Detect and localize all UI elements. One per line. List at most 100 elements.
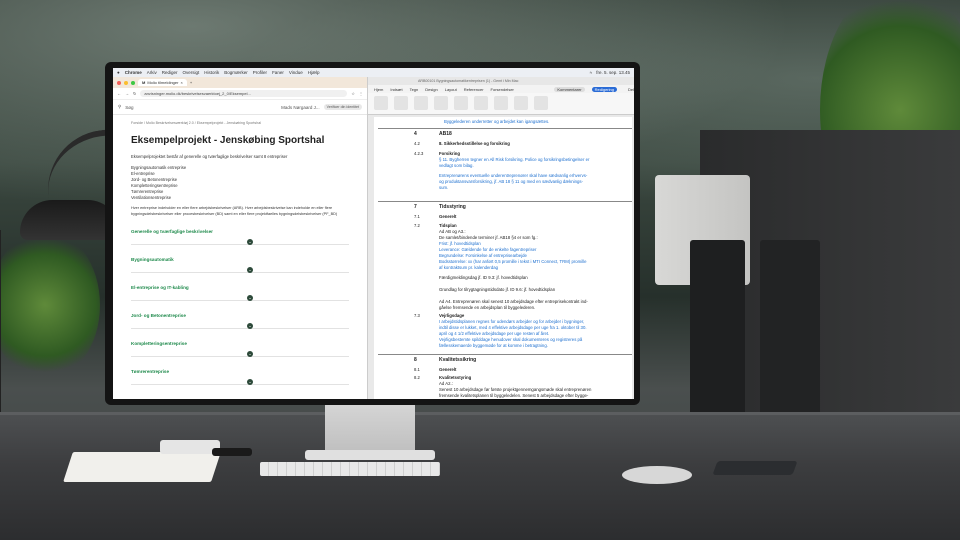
doc-line: Begrundelse: Forsinkelse af entreprisear… — [439, 253, 527, 258]
browser-tab[interactable]: M Molio tilmeldinger × — [138, 79, 187, 86]
find-icon[interactable] — [514, 96, 528, 110]
ribbon-tab[interactable]: Hjem — [374, 87, 383, 92]
accordion-section[interactable]: El-entreprise og IT-kabling ⌄ — [131, 273, 349, 301]
reload-icon[interactable]: ↻ — [133, 91, 136, 96]
font-icon[interactable] — [414, 96, 428, 110]
menu-item[interactable]: Vindue — [289, 70, 303, 75]
menu-item[interactable]: Bogmærker — [224, 70, 248, 75]
ribbon-tab[interactable]: Layout — [445, 87, 457, 92]
binder-clip — [160, 440, 220, 454]
accordion-section[interactable]: Bygningsautomatik ⌄ — [131, 245, 349, 273]
menu-item[interactable]: Rediger — [162, 70, 178, 75]
section-rule — [378, 128, 632, 129]
doc-line: § 11. Bygherren tegner en All Risk forsi… — [439, 157, 590, 162]
close-tab-icon[interactable]: × — [180, 80, 182, 85]
comments-button[interactable]: Kommentarer — [554, 86, 585, 92]
address-bar-row: ← → ↻ anvisninger.molio.dk/beskrivelsesv… — [113, 88, 367, 100]
doc-line: Frist: jf. hovedtidsplan — [439, 241, 481, 246]
ribbon-tab[interactable]: Design — [425, 87, 437, 92]
section-heading: Vejrligsdage — [439, 313, 465, 318]
section-number: 7.3 — [414, 313, 420, 318]
section-rule — [378, 354, 632, 355]
back-icon[interactable]: ← — [117, 91, 121, 96]
monitor-foot — [305, 450, 435, 460]
apple-icon[interactable]: ● — [117, 70, 120, 75]
search-icon[interactable]: ⚲ — [118, 104, 121, 110]
doc-line: af kontraktsum pr. kalenderdag — [439, 265, 498, 270]
page-content: Forside / Molio Beskrivelsesværktøj 2.0 … — [113, 115, 367, 391]
forward-icon[interactable]: → — [125, 91, 129, 96]
menubar-clock[interactable]: fre. 5. sep. 13.45 — [596, 70, 630, 75]
chevron-down-icon[interactable]: ⌄ — [247, 379, 253, 385]
doc-line: april og 4 1/2 effektive arbejdsdage per… — [439, 331, 550, 336]
shape-icon[interactable] — [494, 96, 508, 110]
doc-line: Leverance: Gældende for de enkelte fagen… — [439, 247, 537, 252]
section-title: Generelle og tværfaglige beskrivelser — [131, 229, 213, 234]
molio-logo-icon: M — [142, 80, 146, 85]
binder-box — [760, 240, 820, 440]
accordion-section[interactable]: Generelle og tværfaglige beskrivelser ⌄ — [131, 217, 349, 245]
paste-icon[interactable] — [374, 96, 388, 110]
minimize-window-icon[interactable] — [124, 80, 128, 85]
menu-item[interactable]: Arkiv — [147, 70, 157, 75]
zoom-window-icon[interactable] — [131, 80, 135, 85]
section-number: 4.2 — [414, 141, 420, 146]
ribbon-tab[interactable]: Tegn — [410, 87, 419, 92]
menu-item[interactable]: Oversigt — [183, 70, 200, 75]
notebook — [63, 452, 221, 482]
accordion-section[interactable]: Tømrerentreprise ⌄ — [131, 357, 349, 385]
verify-identity-badge[interactable]: Verificer din identitet — [323, 104, 362, 110]
screen: ● Chrome Arkiv Rediger Oversigt Historik… — [113, 68, 634, 399]
ribbon-tab[interactable]: Referencer — [464, 87, 484, 92]
tab-bar: M Molio tilmeldinger × + — [113, 77, 367, 88]
section-heading: Tidsplan — [439, 223, 457, 228]
doc-line: Grundlag for tilrygtagningstidsdato jf. … — [439, 287, 556, 292]
site-search-input[interactable]: Søg — [125, 105, 133, 110]
table-icon[interactable] — [454, 96, 468, 110]
paragraph-icon[interactable] — [434, 96, 448, 110]
close-window-icon[interactable] — [117, 80, 121, 85]
user-menu-button[interactable]: Mads Nørgaard J... — [281, 105, 320, 110]
doc-line: Entreprenørens eventuelle underentrepren… — [439, 173, 588, 178]
url-field[interactable]: anvisninger.molio.dk/beskrivelsesvaerkto… — [140, 90, 348, 97]
ribbon-tab[interactable]: Forsendelser — [491, 87, 514, 92]
mac-menubar: ● Chrome Arkiv Rediger Oversigt Historik… — [113, 68, 634, 77]
breadcrumb[interactable]: Forside / Molio Beskrivelsesværktøj 2.0 … — [131, 121, 349, 125]
doc-line: Senest 10 arbejdsdage før første projekt… — [439, 387, 592, 392]
section-heading: Tidsstyring — [439, 204, 466, 210]
editing-button[interactable]: Redigering — [591, 86, 617, 92]
doc-line: fremsende kvalitetsplanen til byggeledel… — [439, 393, 589, 398]
ribbon-tabs: Hjem Indsæt Tegn Design Layout Reference… — [368, 85, 634, 93]
dictate-icon[interactable] — [534, 96, 548, 110]
picture-icon[interactable] — [474, 96, 488, 110]
section-heading: Kvalitetsstyring — [439, 375, 472, 380]
section-number: 8.1 — [414, 367, 420, 372]
section-number: 8 — [414, 357, 417, 363]
menu-item[interactable]: Historik — [204, 70, 219, 75]
menu-item[interactable]: Chrome — [125, 70, 142, 75]
wifi-icon[interactable]: ≈ — [590, 70, 592, 75]
menu-kebab-icon[interactable]: ⋮ — [359, 91, 363, 96]
accordion-section[interactable]: Kompletteringsentreprise ⌄ — [131, 329, 349, 357]
star-icon[interactable]: ☆ — [351, 91, 355, 96]
section-title: Bygningsautomatik — [131, 257, 174, 262]
menu-item[interactable]: Profiler — [253, 70, 267, 75]
doc-line: Ad A2.: — [439, 381, 453, 386]
phone — [712, 461, 798, 475]
section-rule — [378, 201, 632, 202]
section-number: 7.2 — [414, 223, 420, 228]
styles-icon[interactable] — [394, 96, 408, 110]
doc-line: I arbejdstidsplanen regnes for udendørs … — [439, 319, 585, 324]
accordion-section[interactable]: Jord- og Betonentreprise ⌄ — [131, 301, 349, 329]
doc-line: Færdigmeldingsdag jf. ID 9.3: jf. hovedt… — [439, 275, 528, 280]
explainer-text: Hver entreprise indeholder en eller fler… — [131, 206, 338, 216]
share-button[interactable]: Del — [628, 87, 634, 92]
page-title: Eksempelprojekt - Jenskøbing Sportshal — [131, 135, 325, 146]
menu-item[interactable]: Hjælp — [308, 70, 320, 75]
ribbon-tab[interactable]: Indsæt — [390, 87, 402, 92]
keyboard — [260, 462, 440, 476]
browser-tab-label: Molio tilmeldinger — [147, 80, 179, 85]
menu-item[interactable]: Faner — [272, 70, 284, 75]
document-page[interactable]: Byggelederen underretter og arbejdet kan… — [374, 117, 632, 399]
new-tab-icon[interactable]: + — [190, 80, 192, 85]
